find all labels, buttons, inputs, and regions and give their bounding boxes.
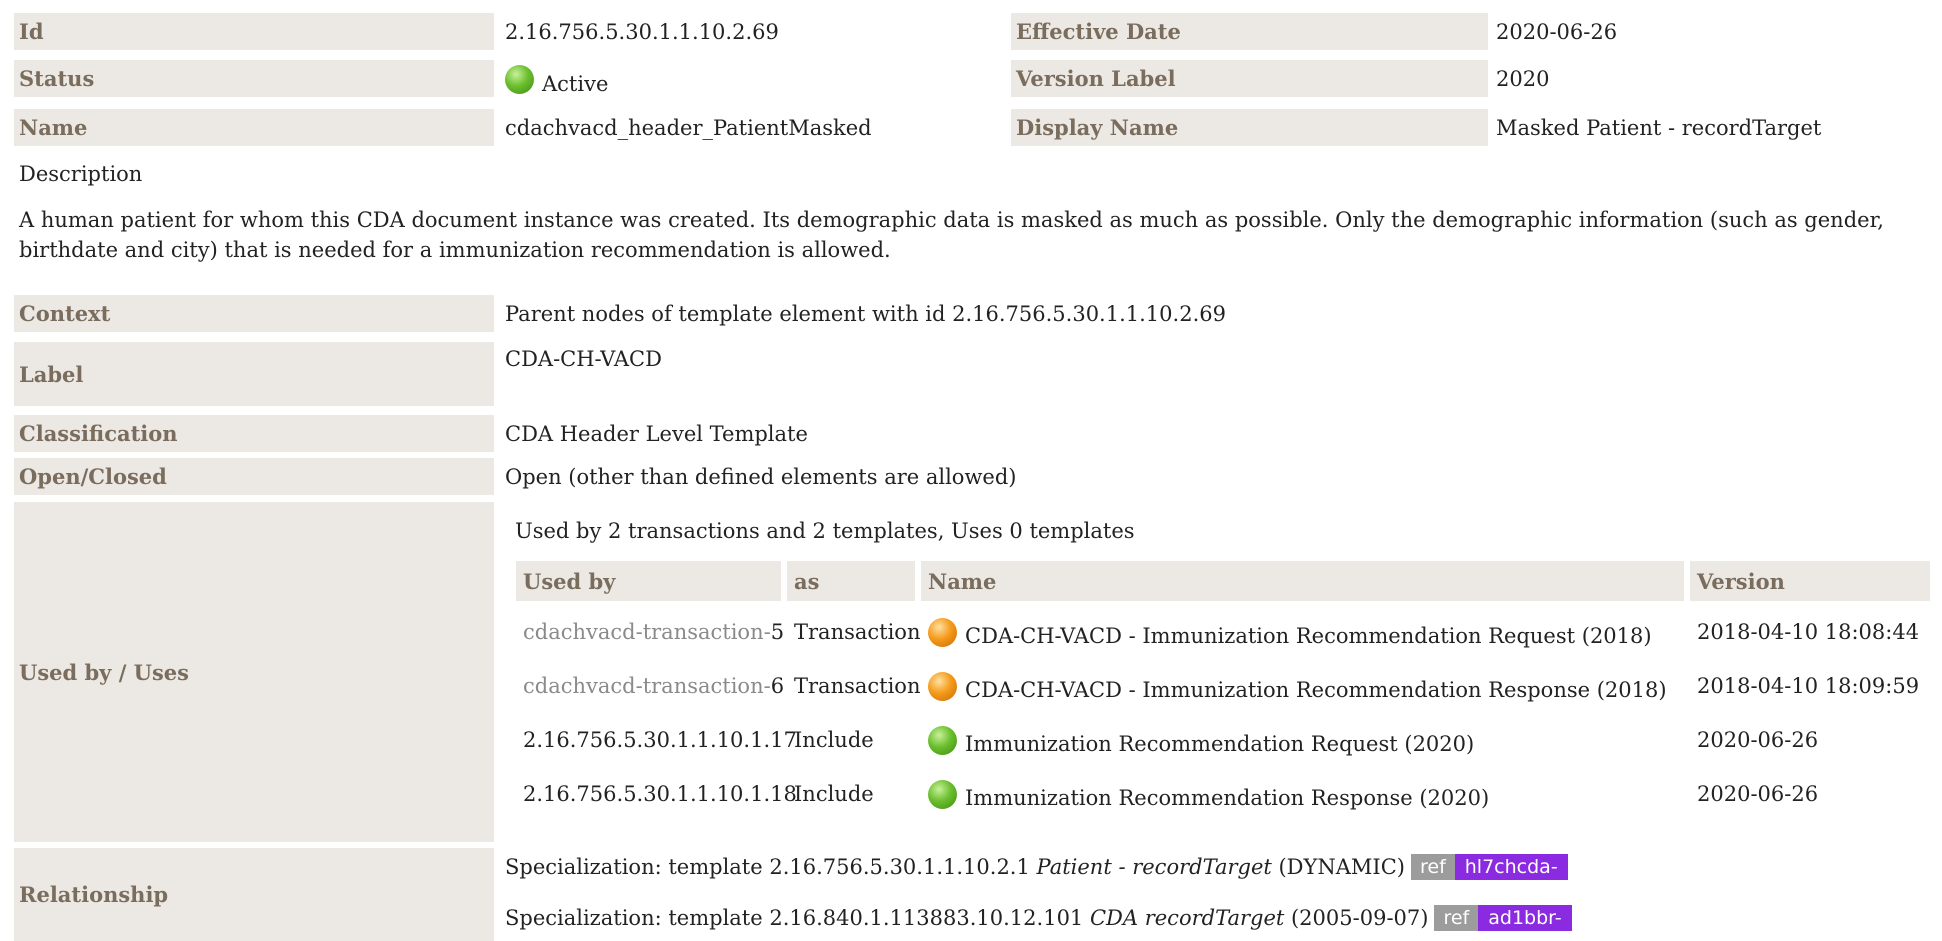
relationship-label: Relationship — [14, 848, 494, 941]
id-value: 2.16.756.5.30.1.1.10.2.69 — [505, 19, 779, 44]
name-label: Name — [14, 109, 494, 146]
col-name: Name — [921, 561, 1684, 601]
table-row-as: Include — [794, 782, 874, 806]
effective-date-value: 2020-06-26 — [1496, 19, 1618, 44]
label-label: Label — [14, 342, 494, 406]
table-row-as: Transaction — [794, 620, 921, 644]
used-by-label: Used by / Uses — [14, 502, 494, 842]
context-value: Parent nodes of template element with id… — [505, 301, 1226, 326]
display-name-value: Masked Patient - recordTarget — [1496, 115, 1822, 140]
col-version: Version — [1690, 561, 1930, 601]
description-heading: Description — [19, 162, 143, 186]
table-row-usedby[interactable]: cdachvacd-transaction- 6 — [523, 668, 784, 704]
col-used-by: Used by — [516, 561, 781, 601]
version-label-value: 2020 — [1496, 66, 1550, 91]
ref-tag: ref — [1410, 854, 1455, 880]
table-row-usedby[interactable]: 2.16.756.5.30.1.1.10.1.17 — [523, 722, 797, 758]
table-row-as: Include — [794, 728, 874, 752]
version-label-label: Version Label — [1011, 60, 1488, 97]
usage-summary: Used by 2 transactions and 2 templates, … — [515, 519, 1135, 543]
ref-tag: ref — [1434, 905, 1479, 931]
name-value: cdachvacd_header_PatientMasked — [505, 115, 872, 140]
table-row-as: Transaction — [794, 674, 921, 698]
table-row-name[interactable]: Immunization Recommendation Request (202… — [928, 717, 1474, 763]
prefix-tag[interactable]: ad1bbr- — [1478, 905, 1572, 931]
id-label: Id — [14, 13, 494, 50]
status-active-icon — [928, 779, 957, 809]
table-row-version: 2020-06-26 — [1697, 782, 1819, 806]
col-as: as — [787, 561, 915, 601]
table-row-usedby[interactable]: 2.16.756.5.30.1.1.10.1.18 — [523, 776, 797, 812]
table-row-name[interactable]: CDA-CH-VACD - Immunization Recommendatio… — [928, 663, 1667, 709]
table-row-usedby[interactable]: cdachvacd-transaction- 5 — [523, 614, 784, 650]
description-text: A human patient for whom this CDA docume… — [19, 208, 1884, 262]
status-value: Active — [505, 58, 608, 100]
classification-value: CDA Header Level Template — [505, 421, 808, 446]
status-draft-icon — [928, 671, 957, 701]
open-closed-label: Open/Closed — [14, 458, 494, 495]
table-row-version: 2018-04-10 18:09:59 — [1697, 674, 1920, 698]
effective-date-label: Effective Date — [1011, 13, 1488, 50]
table-row-version: 2018-04-10 18:08:44 — [1697, 620, 1920, 644]
classification-label: Classification — [14, 415, 494, 452]
table-row-version: 2020-06-26 — [1697, 728, 1819, 752]
status-active-icon — [928, 725, 957, 755]
context-label: Context — [14, 295, 494, 332]
status-label: Status — [14, 60, 494, 97]
prefix-tag[interactable]: hl7chcda- — [1454, 854, 1568, 880]
table-row-name[interactable]: CDA-CH-VACD - Immunization Recommendatio… — [928, 609, 1652, 655]
status-active-icon — [505, 64, 534, 94]
display-name-label: Display Name — [1011, 109, 1488, 146]
relationship-item: Specialization: template 2.16.840.1.1138… — [505, 901, 1572, 935]
status-draft-icon — [928, 617, 957, 647]
relationship-item: Specialization: template 2.16.756.5.30.1… — [505, 850, 1568, 884]
label-value: CDA-CH-VACD — [505, 347, 662, 371]
status-text: Active — [542, 72, 609, 96]
table-row-name[interactable]: Immunization Recommendation Response (20… — [928, 771, 1489, 817]
open-closed-value: Open (other than defined elements are al… — [505, 464, 1017, 489]
